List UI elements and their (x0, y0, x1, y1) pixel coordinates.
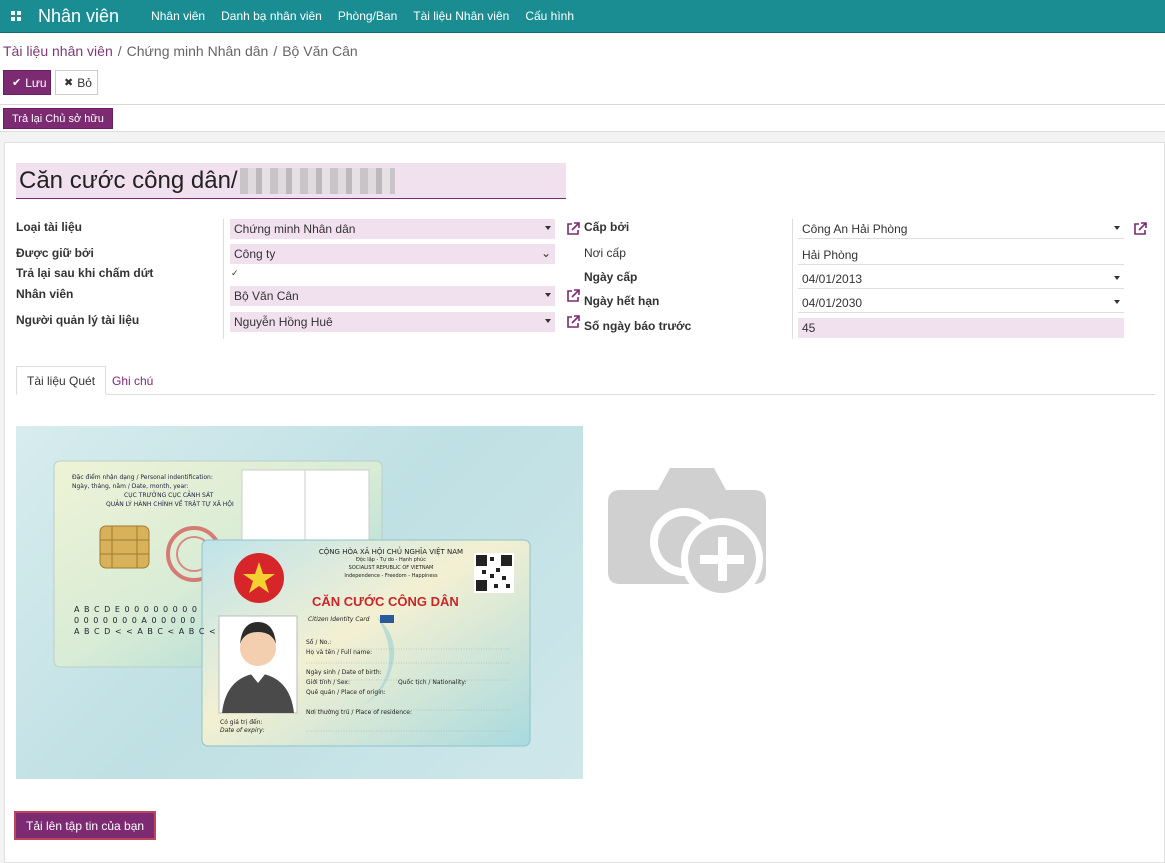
label-issued-by: Cấp bởi (584, 220, 630, 234)
card-back-line: QUẢN LÝ HÀNH CHÍNH VỀ TRẬT TỰ XÃ HỘI (106, 501, 234, 508)
card-back-line: CỤC TRƯỞNG CỤC CẢNH SÁT (124, 492, 214, 499)
external-link-icon[interactable] (566, 315, 580, 329)
tab-notes[interactable]: Ghi chú (102, 366, 163, 395)
card-subtitle: Citizen Identity Card (308, 616, 370, 623)
upload-file-button[interactable]: Tải lên tập tin của bạn (14, 811, 157, 840)
notebook-tabs: Tài liệu Quét Ghi chú (16, 366, 1155, 395)
breadcrumb-separator: / (273, 43, 278, 59)
label-employee: Nhân viên (16, 287, 74, 301)
menu-departments[interactable]: Phòng/Ban (330, 9, 405, 23)
card-back-line: Đặc điểm nhận dạng / Personal indentific… (72, 474, 213, 481)
mrz-line: A B C D E 0 0 0 0 0 0 0 0 (74, 605, 198, 614)
card-fields: Số / No.: Họ và tên / Full name: Ngày si… (306, 636, 467, 720)
caret-down-icon (545, 293, 551, 297)
label-notice-days: Số ngày báo trước (584, 319, 692, 333)
card-field-label: Giới tính / Sex: (306, 679, 350, 686)
card-expiry-label: Date of expiry: (220, 727, 265, 734)
column-separator (792, 219, 793, 339)
divider (0, 104, 1165, 105)
discard-button[interactable]: ✖ Bỏ (55, 70, 98, 95)
document-type-select[interactable]: Chứng minh Nhân dân (230, 219, 555, 239)
external-link-icon[interactable] (566, 222, 580, 236)
held-by-value: Công ty (234, 247, 276, 261)
place-of-issue-value: Hải Phòng (802, 247, 859, 262)
save-button[interactable]: ✔ Lưu (3, 70, 51, 95)
breadcrumb-mid[interactable]: Chứng minh Nhân dân (127, 43, 269, 59)
return-owner-button[interactable]: Trả lại Chủ sở hữu (3, 108, 113, 129)
label-issue-date: Ngày cấp (584, 270, 638, 284)
employee-select[interactable]: Bộ Văn Cân (230, 286, 555, 306)
caret-down-icon (545, 226, 551, 230)
menu-employees[interactable]: Nhân viên (143, 9, 213, 23)
tab-scanned-documents[interactable]: Tài liệu Quét (16, 366, 107, 395)
notice-days-value: 45 (802, 321, 816, 335)
redacted-text (239, 167, 395, 194)
card-back-text: Đặc điểm nhận dạng / Personal indentific… (72, 473, 234, 509)
apps-menu-icon[interactable] (0, 0, 32, 33)
label-expiry-date: Ngày hết hạn (584, 294, 660, 308)
save-label: Lưu (25, 75, 47, 90)
return-on-termination-checkbox[interactable]: ✓ (231, 269, 241, 279)
card-field-label: Nơi thường trú / Place of residence: (306, 709, 413, 716)
document-type-value: Chứng minh Nhân dân (234, 222, 356, 236)
issue-date-value: 04/01/2013 (802, 271, 863, 286)
breadcrumb-separator: / (117, 43, 122, 59)
label-return-on-termination: Trả lại sau khi chấm dứt (16, 266, 154, 280)
label-place-of-issue: Nơi cấp (584, 246, 626, 260)
card-field-label: Họ và tên / Full name: (306, 649, 373, 656)
breadcrumb-root[interactable]: Tài liệu nhân viên (3, 43, 113, 59)
close-icon: ✖ (64, 76, 74, 89)
caret-down-icon (1114, 226, 1120, 230)
card-field-label: Quốc tịch / Nationality: (398, 679, 467, 686)
caret-down-icon (1114, 300, 1120, 304)
card-expiry-label: Có giá trị đến: (220, 719, 263, 726)
caret-down-icon (1114, 276, 1120, 280)
menu-configuration[interactable]: Cấu hình (517, 9, 582, 23)
document-name-value: Căn cước công dân/ (19, 166, 238, 194)
card-expiry: Có giá trị đến: Date of expiry: (220, 719, 265, 735)
document-manager-value: Nguyễn Hồng Huê (234, 315, 333, 329)
issued-by-select[interactable]: Công An Hải Phòng (798, 219, 1124, 239)
card-back-line: Ngày, tháng, năm / Date, month, year: (72, 483, 189, 490)
label-document-type: Loại tài liệu (16, 220, 83, 234)
top-menu: Nhân viên Danh bạ nhân viên Phòng/Ban Tà… (143, 9, 582, 23)
expiry-date-picker[interactable]: 04/01/2030 (798, 293, 1124, 313)
document-manager-select[interactable]: Nguyễn Hồng Huê (230, 312, 555, 332)
camera-add-icon[interactable] (606, 462, 768, 602)
place-of-issue-input[interactable]: Hải Phòng (798, 245, 1124, 265)
card-header: CỘNG HÒA XÃ HỘI CHỦ NGHĨA VIỆT NAM Độc l… (306, 548, 476, 580)
menu-directory[interactable]: Danh bạ nhân viên (213, 9, 330, 23)
card-header-line: SOCIALIST REPUBLIC OF VIETNAM (348, 565, 434, 571)
card-header-line: Independence - Freedom - Happiness (344, 573, 438, 579)
check-icon: ✔ (12, 76, 22, 89)
mrz-line: A B C D < < A B C < A B C < (74, 627, 217, 636)
card-title: CĂN CƯỚC CÔNG DÂN (312, 594, 459, 609)
expiry-date-value: 04/01/2030 (802, 295, 863, 310)
card-header-line: CỘNG HÒA XÃ HỘI CHỦ NGHĨA VIỆT NAM (318, 548, 464, 556)
mrz-line: 0 0 0 0 0 0 0 A 0 0 0 0 0 (74, 616, 197, 625)
discard-label: Bỏ (77, 75, 92, 90)
external-link-icon[interactable] (566, 289, 580, 303)
caret-down-icon (545, 319, 551, 323)
employee-value: Bộ Văn Cân (234, 289, 299, 303)
label-held-by: Được giữ bởi (16, 246, 94, 260)
external-link-icon[interactable] (1133, 222, 1147, 236)
card-header-line: Độc lập - Tự do - Hạnh phúc (356, 557, 426, 563)
scanned-id-card-image: Đặc điểm nhận dạng / Personal indentific… (16, 426, 583, 779)
column-separator (223, 219, 224, 339)
notice-days-input[interactable]: 45 (798, 318, 1124, 338)
document-name-input[interactable]: Căn cước công dân/ (16, 163, 566, 199)
menu-documents[interactable]: Tài liệu Nhân viên (405, 9, 517, 23)
card-mrz: A B C D E 0 0 0 0 0 0 0 0 0 0 0 0 0 0 0 … (74, 604, 217, 637)
breadcrumb: Tài liệu nhân viên / Chứng minh Nhân dân / B… (3, 43, 358, 59)
label-document-manager: Người quản lý tài liệu (16, 313, 140, 327)
top-navbar: Nhân viên Nhân viên Danh bạ nhân viên Ph… (0, 0, 1165, 33)
issue-date-picker[interactable]: 04/01/2013 (798, 269, 1124, 289)
app-title[interactable]: Nhân viên (38, 6, 119, 27)
breadcrumb-current: Bộ Văn Cân (282, 43, 358, 59)
issued-by-value: Công An Hải Phòng (802, 221, 908, 236)
held-by-select[interactable]: Công ty ⌄ (230, 244, 555, 264)
chevron-down-icon: ⌄ (540, 246, 551, 260)
